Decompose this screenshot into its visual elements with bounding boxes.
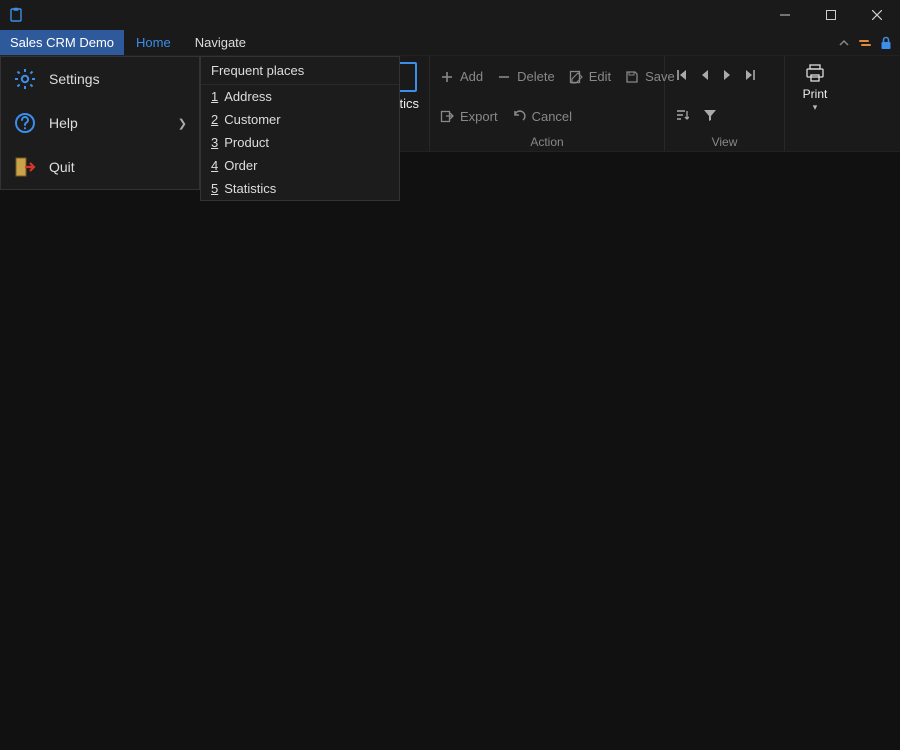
undo-icon xyxy=(512,109,526,123)
print-section-label xyxy=(795,145,835,149)
minimize-button[interactable] xyxy=(762,0,808,30)
titlebar xyxy=(0,0,900,30)
freq-item-label: Statistics xyxy=(224,181,276,196)
frequent-places-header: Frequent places xyxy=(201,57,399,85)
freq-item-label: Order xyxy=(224,158,257,173)
view-section-label: View xyxy=(675,131,774,149)
menubar-left: Sales CRM Demo Home Navigate xyxy=(0,30,258,55)
edit-icon xyxy=(569,70,583,84)
freq-item-order[interactable]: 4 Order xyxy=(201,154,399,177)
app-menu-item-label: Quit xyxy=(49,159,75,175)
print-label: Print xyxy=(803,87,828,101)
gear-icon xyxy=(13,67,37,91)
freq-item-num: 1 xyxy=(211,89,218,104)
collapse-ribbon-icon[interactable] xyxy=(838,37,850,49)
edit-label: Edit xyxy=(589,69,611,84)
freq-item-num: 3 xyxy=(211,135,218,150)
cancel-label: Cancel xyxy=(532,109,572,124)
maximize-button[interactable] xyxy=(808,0,854,30)
print-button[interactable]: Print ▾ xyxy=(795,62,835,114)
content-area xyxy=(0,152,900,750)
clipboard-icon xyxy=(8,7,24,23)
freq-item-num: 2 xyxy=(211,112,218,127)
prev-button[interactable] xyxy=(699,68,711,85)
freq-item-num: 4 xyxy=(211,158,218,173)
frequent-places-menu: Frequent places 1 Address 2 Customer 3 P… xyxy=(200,56,400,201)
minus-icon xyxy=(497,70,511,84)
export-icon xyxy=(440,109,454,123)
freq-item-label: Customer xyxy=(224,112,280,127)
titlebar-left xyxy=(0,7,24,23)
export-label: Export xyxy=(460,109,498,124)
add-label: Add xyxy=(460,69,483,84)
close-button[interactable] xyxy=(854,0,900,30)
action-section-label: Action xyxy=(440,131,654,149)
freq-item-address[interactable]: 1 Address xyxy=(201,85,399,108)
menubar-right xyxy=(838,30,900,55)
menubar: Sales CRM Demo Home Navigate xyxy=(0,30,900,56)
theme-icon[interactable] xyxy=(858,36,872,50)
freq-item-label: Address xyxy=(224,89,272,104)
chevron-down-icon: ▾ xyxy=(813,103,818,112)
freq-item-product[interactable]: 3 Product xyxy=(201,131,399,154)
app-menu-help[interactable]: Help ❯ xyxy=(1,101,199,145)
edit-button[interactable]: Edit xyxy=(569,69,611,84)
freq-item-num: 5 xyxy=(211,181,218,196)
chevron-right-icon: ❯ xyxy=(178,117,187,130)
export-button[interactable]: Export xyxy=(440,109,498,124)
app-menu-item-label: Settings xyxy=(49,71,100,87)
app-menu-quit[interactable]: Quit xyxy=(1,145,199,189)
ribbon-action-section: Add Delete Edit Save Export xyxy=(430,56,665,151)
delete-button[interactable]: Delete xyxy=(497,69,555,84)
print-icon xyxy=(805,64,825,85)
freq-item-customer[interactable]: 2 Customer xyxy=(201,108,399,131)
ribbon-print-section: Print ▾ xyxy=(785,56,845,151)
menu-home[interactable]: Home xyxy=(124,30,183,55)
delete-label: Delete xyxy=(517,69,555,84)
lock-icon[interactable] xyxy=(880,36,892,50)
plus-icon xyxy=(440,70,454,84)
last-button[interactable] xyxy=(743,68,757,85)
window-controls xyxy=(762,0,900,30)
menu-navigate[interactable]: Navigate xyxy=(183,30,258,55)
save-icon xyxy=(625,70,639,84)
first-button[interactable] xyxy=(675,68,689,85)
next-button[interactable] xyxy=(721,68,733,85)
exit-icon xyxy=(13,155,37,179)
ribbon-view-section: View xyxy=(665,56,785,151)
sort-button[interactable] xyxy=(675,108,689,125)
cancel-button[interactable]: Cancel xyxy=(512,109,572,124)
app-title[interactable]: Sales CRM Demo xyxy=(0,30,124,55)
add-button[interactable]: Add xyxy=(440,69,483,84)
app-menu: Settings Help ❯ Quit xyxy=(0,56,200,190)
app-menu-settings[interactable]: Settings xyxy=(1,57,199,101)
filter-button[interactable] xyxy=(703,108,717,125)
help-icon xyxy=(13,111,37,135)
freq-item-label: Product xyxy=(224,135,269,150)
freq-item-statistics[interactable]: 5 Statistics xyxy=(201,177,399,200)
app-menu-item-label: Help xyxy=(49,115,78,131)
